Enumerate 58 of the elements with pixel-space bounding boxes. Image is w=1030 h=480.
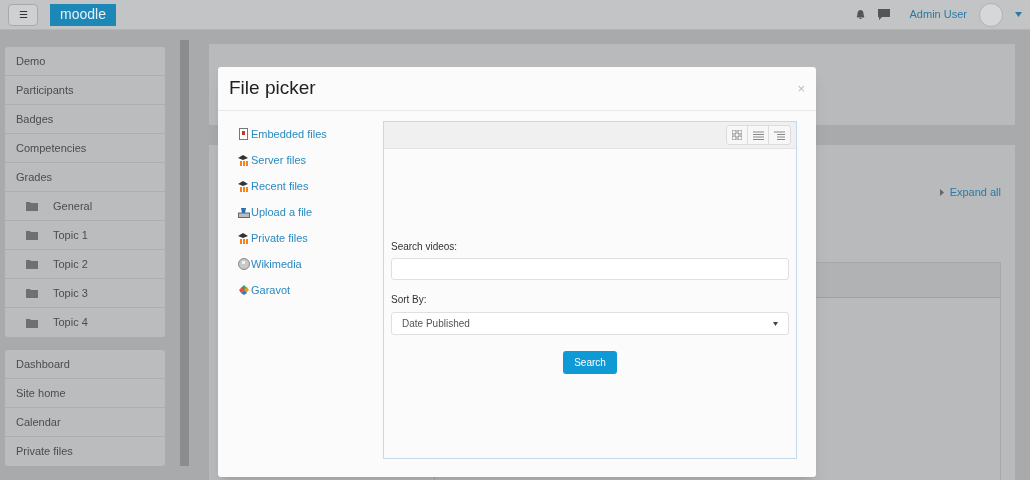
bell-icon[interactable]: [854, 9, 866, 20]
nav-link[interactable]: Private files: [5, 437, 165, 466]
search-label: Search videos:: [391, 240, 459, 254]
section-label[interactable]: Topic 1: [53, 226, 88, 244]
expand-triangle-icon: [939, 188, 944, 196]
menu-button[interactable]: ☰: [8, 3, 38, 26]
repository-link[interactable]: Private files: [238, 230, 383, 246]
folder-icon: [26, 201, 38, 211]
scrollbar[interactable]: [180, 40, 189, 466]
user-name[interactable]: Admin User: [909, 6, 967, 23]
diamond-icon: [238, 284, 250, 296]
folder-icon: [26, 288, 38, 298]
folder-icon: [26, 230, 38, 240]
nav-link[interactable]: Demo: [5, 47, 165, 76]
sort-label: Sort By:: [391, 293, 428, 307]
section-label[interactable]: General: [53, 197, 93, 215]
section-label[interactable]: Topic 4: [53, 314, 88, 331]
section-label[interactable]: Topic 3: [53, 284, 88, 302]
search-button[interactable]: Search: [563, 351, 617, 374]
caret-icon: [773, 321, 778, 326]
upload-icon: [238, 206, 250, 218]
nav-link[interactable]: Grades: [5, 163, 165, 192]
folder-icon: [26, 259, 38, 269]
section-link[interactable]: General: [5, 192, 165, 221]
section-link[interactable]: Topic 1: [5, 221, 165, 250]
graduation-cap-icon: [238, 154, 250, 166]
section-link[interactable]: Topic 2: [5, 250, 165, 279]
avatar[interactable]: [979, 2, 1003, 27]
expand-all-link[interactable]: Expand all: [949, 184, 1001, 201]
list-icon: [752, 130, 764, 140]
section-link[interactable]: Topic 4: [5, 308, 165, 337]
tree-icon: [774, 130, 785, 140]
repository-link[interactable]: Embedded files: [238, 126, 383, 142]
nav-link[interactable]: Dashboard: [5, 350, 165, 379]
repository-link[interactable]: Server files: [238, 152, 383, 168]
sort-select[interactable]: Date Published: [391, 312, 789, 335]
nav-link[interactable]: Site home: [5, 379, 165, 408]
repository-link[interactable]: Wikimedia: [238, 256, 383, 272]
dialog-title: File picker: [229, 76, 316, 101]
chat-icon[interactable]: [877, 9, 890, 20]
section-link[interactable]: Topic 3: [5, 279, 165, 308]
nav-link[interactable]: Calendar: [5, 408, 165, 437]
grid-icon: [732, 130, 742, 140]
graduation-cap-icon: [238, 180, 250, 192]
repository-link[interactable]: Upload a file: [238, 204, 383, 220]
repository-link[interactable]: Garavot: [238, 282, 383, 298]
globe-icon: [238, 258, 250, 270]
moodle-logo[interactable]: moodle: [50, 3, 116, 26]
section-label[interactable]: Topic 2: [53, 255, 88, 273]
document-icon: [238, 128, 250, 140]
search-field[interactable]: [391, 258, 789, 280]
nav-link[interactable]: Badges: [5, 105, 165, 134]
repository-link[interactable]: Recent files: [238, 178, 383, 194]
nav-link[interactable]: Competencies: [5, 134, 165, 163]
nav-link[interactable]: Participants: [5, 76, 165, 105]
folder-icon: [26, 317, 38, 328]
caret-icon[interactable]: [1015, 12, 1022, 17]
graduation-cap-icon: [238, 232, 250, 244]
